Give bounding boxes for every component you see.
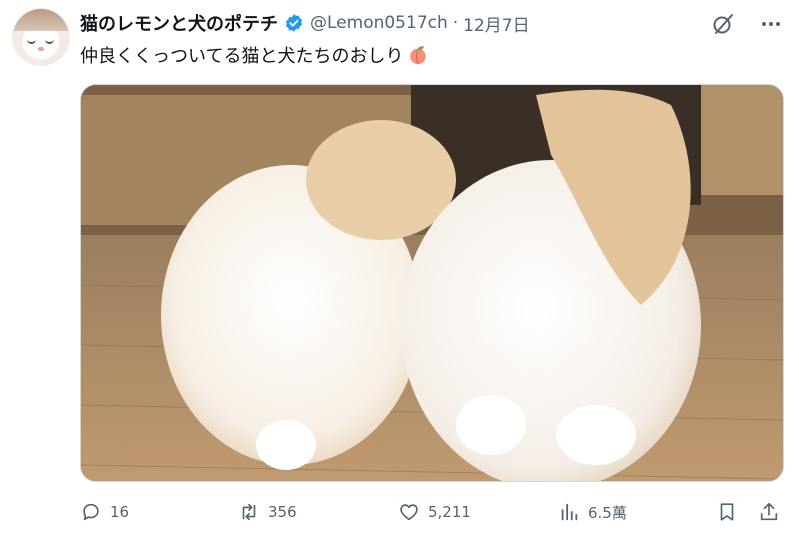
avatar-eye-right <box>45 39 54 44</box>
bookmark-icon <box>716 501 738 523</box>
post-date[interactable]: 12月7日 <box>463 11 529 36</box>
verified-badge-icon <box>284 13 304 33</box>
separator-dot: · <box>452 13 459 33</box>
share-button[interactable] <box>758 500 780 524</box>
avatar[interactable] <box>12 8 70 66</box>
reply-count: 16 <box>110 503 130 521</box>
repost-button[interactable]: 356 <box>238 500 297 524</box>
reply-button[interactable]: 16 <box>80 500 129 524</box>
reply-icon <box>80 501 102 523</box>
like-button[interactable]: 5,211 <box>398 500 471 524</box>
bookmark-button[interactable] <box>716 500 738 524</box>
view-count: 6.5萬 <box>588 503 627 522</box>
like-count: 5,211 <box>428 503 471 521</box>
post-photo[interactable] <box>80 84 784 482</box>
post-text-line: 仲良くくっついてる猫と犬たちのおしり <box>80 42 429 68</box>
post-text: 仲良くくっついてる猫と犬たちのおしり <box>80 46 404 67</box>
peach-emoji-icon <box>407 44 429 66</box>
action-bar: 16 356 5,211 6.5萬 <box>80 500 782 524</box>
more-dots-icon[interactable] <box>759 12 783 36</box>
avatar-eye-left <box>27 39 36 44</box>
analytics-icon <box>558 501 580 523</box>
author-handle[interactable]: @Lemon0517ch <box>310 13 448 33</box>
author-name[interactable]: 猫のレモンと犬のポテチ <box>80 10 278 36</box>
repost-count: 356 <box>268 503 297 521</box>
heart-icon <box>398 501 420 523</box>
grok-icon[interactable] <box>711 12 735 36</box>
post-header: 猫のレモンと犬のポテチ @Lemon0517ch · 12月7日 <box>80 9 530 37</box>
views-button[interactable]: 6.5萬 <box>558 500 627 524</box>
repost-icon <box>238 501 260 523</box>
share-icon <box>758 501 780 523</box>
